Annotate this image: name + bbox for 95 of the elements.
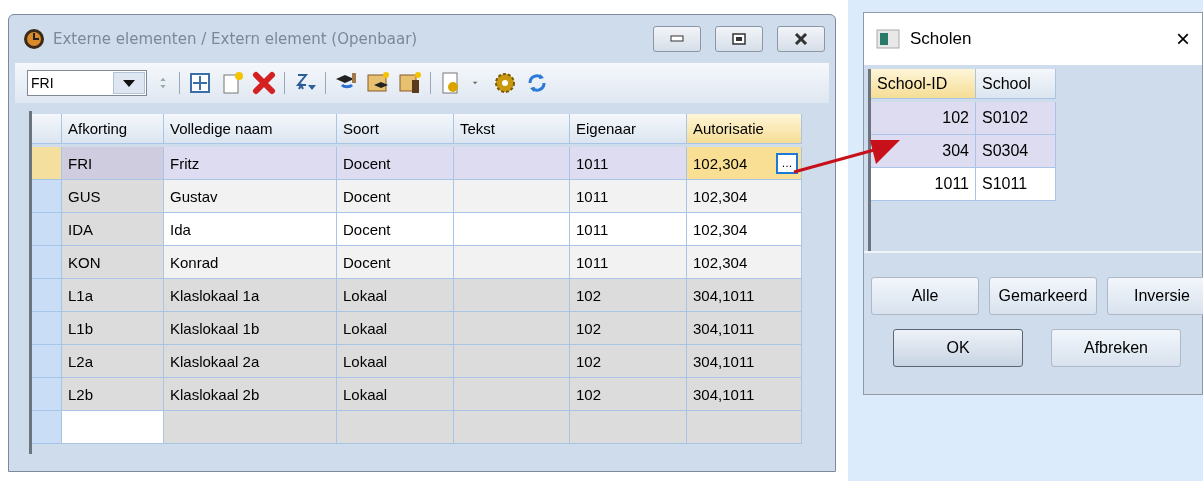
new-row-cell[interactable] [454,411,570,444]
new-row-cell[interactable] [164,411,337,444]
new-row-cell[interactable] [687,411,802,444]
settings-icon[interactable] [493,71,517,95]
table-cell: 1011 [570,147,687,180]
column-header[interactable]: School-ID [871,69,976,99]
table-cell: Docent [337,180,454,213]
column-header[interactable]: Afkorting [62,114,164,144]
table-cell: Lokaal [337,378,454,411]
table-cell: 102 [570,312,687,345]
row-header[interactable] [32,213,62,246]
table-cell: Ida [164,213,337,246]
table-cell: 1011 [570,246,687,279]
clock-icon [23,28,45,50]
row-header[interactable] [32,279,62,312]
table-cell: IDA [62,213,164,246]
maximize-icon [732,33,746,45]
table-cell[interactable]: S0102 [976,102,1056,135]
table-cell[interactable]: 304 [871,135,976,168]
ellipsis-button[interactable]: ... [776,153,798,174]
table-cell: 102 [570,279,687,312]
table-cell: 102,304 [687,180,802,213]
table-cell: 304,1011 [687,345,802,378]
table-cell: Klaslokaal 2b [164,378,337,411]
dialog-title: Scholen [910,29,973,49]
row-header[interactable] [32,147,62,180]
table-cell[interactable]: 1011 [871,168,976,201]
row-header[interactable] [32,411,62,444]
dialog-button[interactable]: Afbreken [1051,329,1181,367]
new-document-icon[interactable] [220,71,244,95]
table-cell: 102 [570,345,687,378]
delete-icon[interactable] [252,71,276,95]
column-header[interactable]: Soort [337,114,454,144]
table-cell: Docent [337,246,454,279]
table-cell: 1011 [570,180,687,213]
new-row-cell[interactable] [62,411,164,444]
table-cell: FRI [62,147,164,180]
element-combo[interactable]: FRI [27,70,147,96]
table-cell[interactable]: 102 [871,102,976,135]
table-cell: Lokaal [337,345,454,378]
table-cell: Fritz [164,147,337,180]
table-cell: 102,304 [687,246,802,279]
table-cell[interactable]: S0304 [976,135,1056,168]
close-icon [793,33,809,45]
table-cell: L2a [62,345,164,378]
row-header[interactable] [32,180,62,213]
selection-button[interactable]: Inversie [1107,277,1203,315]
close-button[interactable]: × [1176,25,1190,53]
column-header[interactable]: Eigenaar [570,114,687,144]
table-cell: Lokaal [337,279,454,312]
corner-cell [32,114,62,144]
table-cell: 102,304 ... [687,147,802,180]
calendar-cap-icon[interactable] [366,71,390,95]
table-cell: Gustav [164,180,337,213]
table-cell: 102,304 [687,213,802,246]
table-cell: 304,1011 [687,312,802,345]
column-header[interactable]: School [976,69,1056,99]
caret-icon [123,79,135,87]
table-cell: 102 [570,378,687,411]
column-header[interactable]: Volledige naam [164,114,337,144]
row-header[interactable] [32,246,62,279]
row-header[interactable] [32,312,62,345]
minimize-button[interactable] [653,26,701,52]
selection-button[interactable]: Gemarkeerd [989,277,1097,315]
calendar-door-icon[interactable] [398,71,422,95]
table-cell: GUS [62,180,164,213]
table-cell: KON [62,246,164,279]
close-button[interactable] [777,26,825,52]
table-cell: Lokaal [337,312,454,345]
row-header[interactable] [32,345,62,378]
table-cell: Docent [337,213,454,246]
table-cell: Klaslokaal 1a [164,279,337,312]
grid-icon[interactable] [188,71,212,95]
table-cell: Konrad [164,246,337,279]
column-header[interactable]: Autorisatie [687,114,802,144]
minimize-icon [670,35,684,43]
table-cell: L2b [62,378,164,411]
table-cell: 1011 [570,213,687,246]
selection-button[interactable]: Alle [871,277,979,315]
new-row-cell[interactable] [337,411,454,444]
row-header[interactable] [32,378,62,411]
window-title: Externe elementen / Extern element (Openbaar) [53,30,419,48]
window-icon [876,29,900,49]
table-cell: Klaslokaal 2a [164,345,337,378]
table-cell[interactable]: S1011 [976,168,1056,201]
table-cell: L1a [62,279,164,312]
column-header[interactable]: Tekst [454,114,570,144]
dialog-button[interactable]: OK [893,329,1023,367]
maximize-button[interactable] [715,26,763,52]
new-row-cell[interactable] [570,411,687,444]
table-cell: 304,1011 [687,378,802,411]
table-cell: Klaslokaal 1b [164,312,337,345]
table-cell: Docent [337,147,454,180]
table-cell: L1b [62,312,164,345]
table-cell: 304,1011 [687,279,802,312]
